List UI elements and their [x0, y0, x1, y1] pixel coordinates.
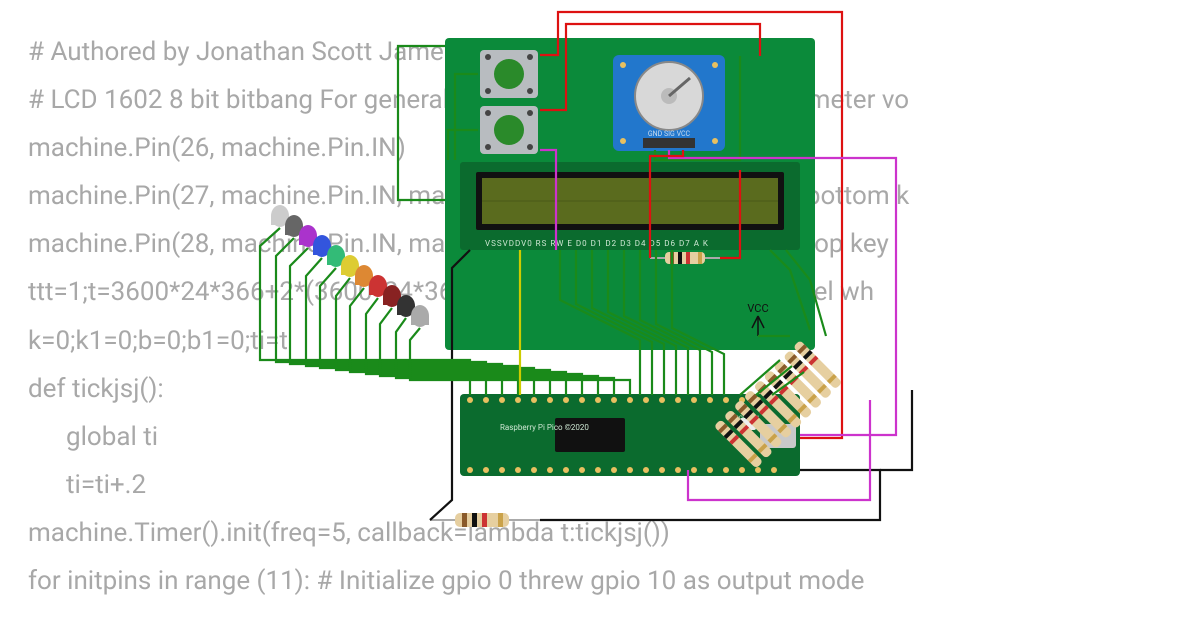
code-line: machine.Pin(27, machine.Pin.IN, machine.…	[28, 172, 1200, 220]
code-line: ttt=1;t=3600*24*366+2*(3600*24*365)# pyt…	[28, 268, 1200, 316]
code-line: # LCD 1602 8 bit bitbang For general pur…	[28, 76, 1200, 124]
code-background: # Authored by Jonathan Scott James the g…	[28, 28, 1200, 605]
code-line: ti=ti+.2	[28, 461, 1200, 509]
code-line: # Authored by Jonathan Scott James the g…	[28, 28, 1200, 76]
code-line: machine.Pin(26, machine.Pin.IN)	[28, 124, 1200, 172]
code-line: for initpins in range (11): # Initialize…	[28, 557, 1200, 605]
code-line: global ti	[28, 413, 1200, 461]
code-line: def tickjsj():	[28, 365, 1200, 413]
code-line: machine.Timer().init(freq=5, callback=la…	[28, 509, 1200, 557]
code-line: k=0;k1=0;b=0;b1=0;ti=t	[28, 317, 1200, 365]
code-line: machine.Pin(28, machine.Pin.IN, machine.…	[28, 220, 1200, 268]
